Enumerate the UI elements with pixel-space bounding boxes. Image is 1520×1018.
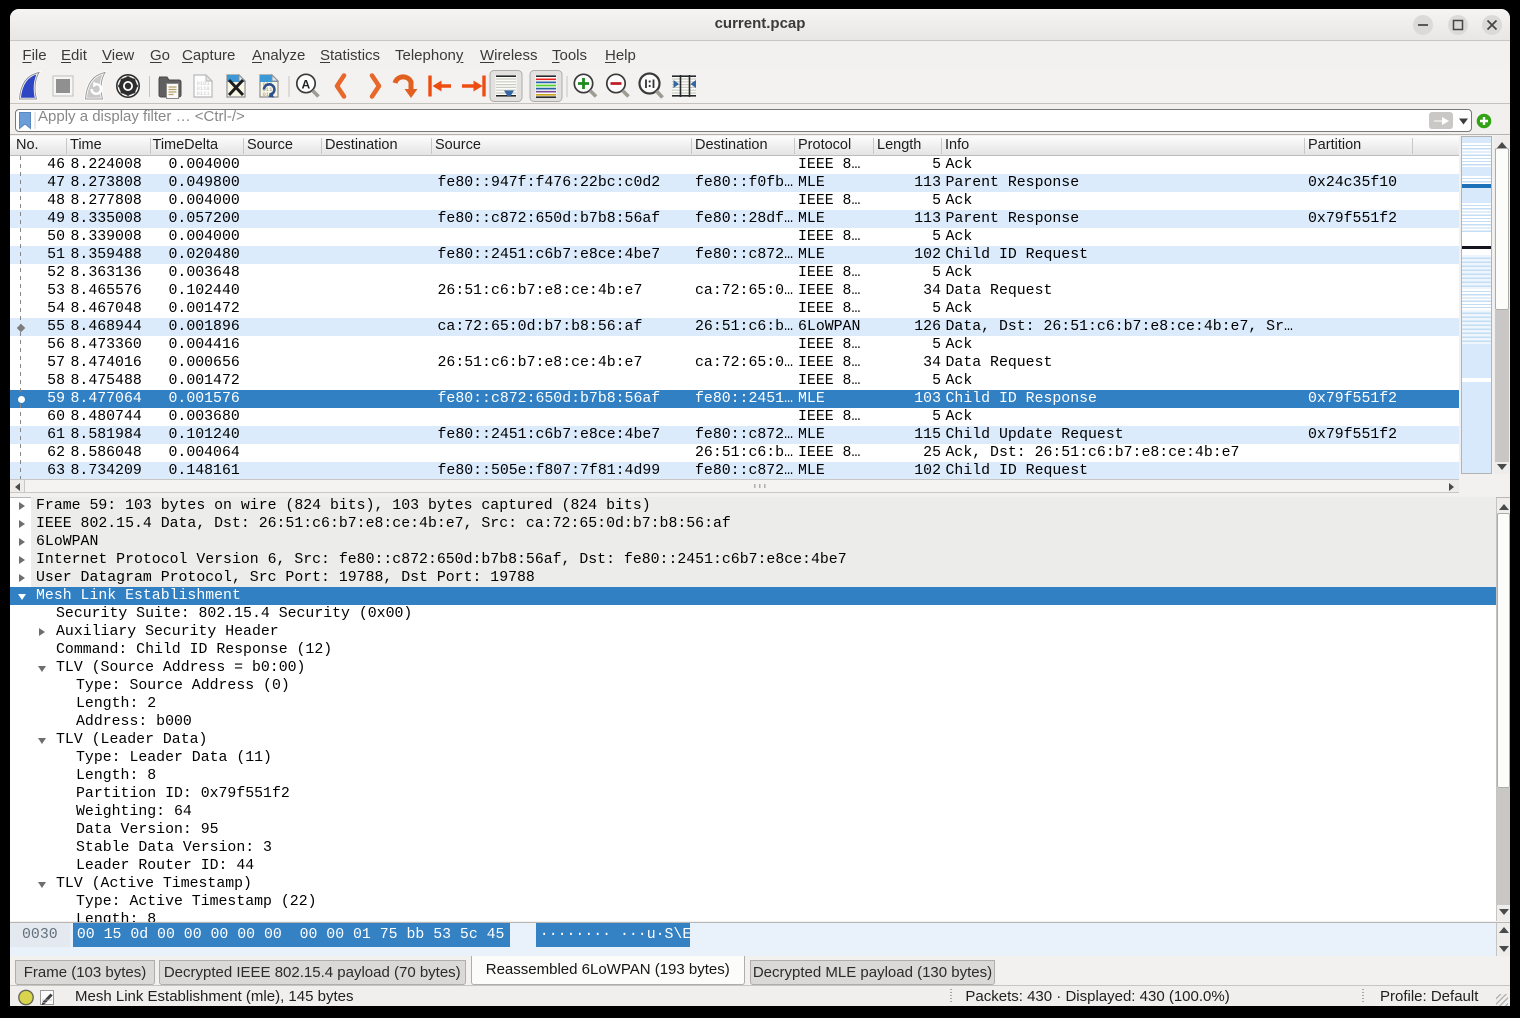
svg-text:A: A [302,78,311,92]
svg-text:0111: 0111 [197,90,211,97]
